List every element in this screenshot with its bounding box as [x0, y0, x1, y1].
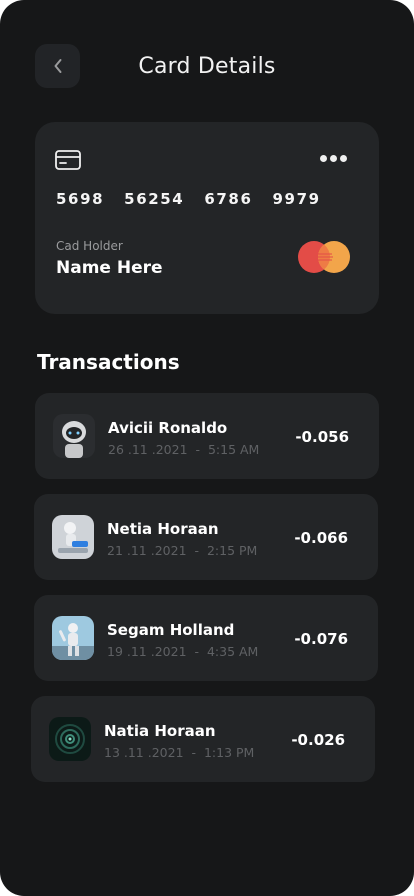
transaction-name: Avicii Ronaldo [108, 419, 228, 437]
page-title: Card Details [138, 54, 276, 79]
transaction-datetime: 21 .11 .2021 - 2:15 PM [107, 543, 258, 558]
mastercard-logo [298, 241, 350, 273]
transactions-title: Transactions [37, 350, 180, 374]
transaction-amount: -0.076 [294, 630, 348, 648]
transaction-name: Netia Horaan [107, 520, 219, 538]
credit-card-icon [55, 150, 81, 170]
payment-card[interactable]: 5698 56254 6786 9979 Cad Holder Name Her… [35, 122, 379, 314]
transaction-datetime: 13 .11 .2021 - 1:13 PM [104, 745, 255, 760]
transaction-item[interactable]: Segam Holland 19 .11 .2021 - 4:35 AM -0.… [34, 595, 378, 681]
more-options-icon[interactable] [320, 155, 347, 162]
robot-avatar [52, 616, 94, 660]
card-number: 5698 56254 6786 9979 [56, 190, 321, 208]
transaction-name: Natia Horaan [104, 722, 216, 740]
transaction-datetime: 19 .11 .2021 - 4:35 AM [107, 644, 259, 659]
card-details-screen: Card Details 5698 56254 6786 9979 Cad Ho… [0, 0, 414, 896]
transaction-item[interactable]: Natia Horaan 13 .11 .2021 - 1:13 PM -0.0… [31, 696, 375, 782]
card-holder-name: Name Here [56, 258, 163, 278]
transaction-datetime: 26 .11 .2021 - 5:15 AM [108, 442, 260, 457]
card-holder-label: Cad Holder [56, 239, 123, 253]
transaction-item[interactable]: Netia Horaan 21 .11 .2021 - 2:15 PM -0.0… [34, 494, 378, 580]
transaction-amount: -0.066 [294, 529, 348, 547]
card-number-group: 6786 [204, 190, 253, 208]
card-number-group: 5698 [56, 190, 105, 208]
card-number-group: 9979 [272, 190, 321, 208]
transaction-amount: -0.056 [295, 428, 349, 446]
transaction-item[interactable]: Avicii Ronaldo 26 .11 .2021 - 5:15 AM -0… [35, 393, 379, 479]
abstract-avatar [49, 717, 91, 761]
transaction-amount: -0.026 [291, 731, 345, 749]
card-number-group: 56254 [124, 190, 185, 208]
robot-avatar [53, 414, 95, 458]
robot-avatar [52, 515, 94, 559]
transaction-name: Segam Holland [107, 621, 235, 639]
